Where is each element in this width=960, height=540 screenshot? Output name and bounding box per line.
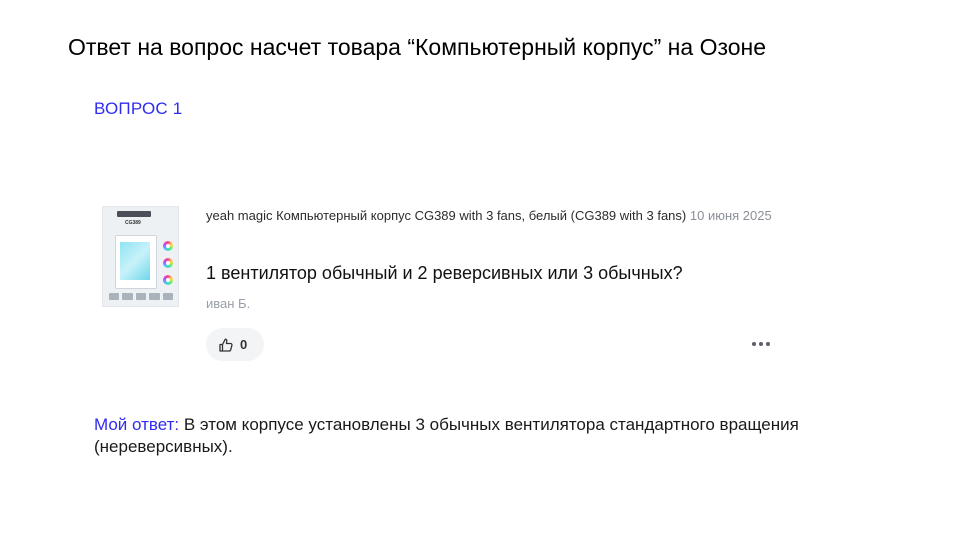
thumbs-up-icon: [219, 338, 233, 352]
like-count: 0: [240, 336, 248, 352]
product-thumbnail[interactable]: CG389: [102, 206, 179, 307]
thumbnail-brand-logo: [117, 211, 151, 217]
answer-text: В этом корпусе установлены 3 обычных вен…: [94, 415, 799, 456]
question-number: ВОПРОС 1: [94, 99, 183, 118]
thumbnail-fan-icon: [163, 258, 173, 268]
question-text: 1 вентилятор обычный и 2 реверсивных или…: [206, 263, 683, 283]
thumbnail-feature-icons: [109, 293, 174, 300]
review-meta: yeah magic Компьютерный корпус CG389 wit…: [206, 207, 786, 224]
answer-block: Мой ответ: В этом корпусе установлены 3 …: [94, 414, 874, 458]
thumbnail-fan-icon: [163, 275, 173, 285]
like-button[interactable]: 0: [206, 328, 264, 361]
more-dots-icon[interactable]: [750, 339, 774, 349]
answer-label: Мой ответ:: [94, 415, 180, 434]
thumbnail-fan-icon: [163, 241, 173, 251]
product-name-link[interactable]: yeah magic Компьютерный корпус CG389 wit…: [206, 208, 686, 223]
review-date: 10 июня 2025: [689, 208, 772, 223]
author-name: иван Б.: [206, 296, 251, 311]
thumbnail-case-image: [115, 235, 157, 289]
slide-title: Ответ на вопрос насчет товара “Компьютер…: [68, 34, 767, 60]
thumbnail-model-label: CG389: [125, 220, 141, 226]
